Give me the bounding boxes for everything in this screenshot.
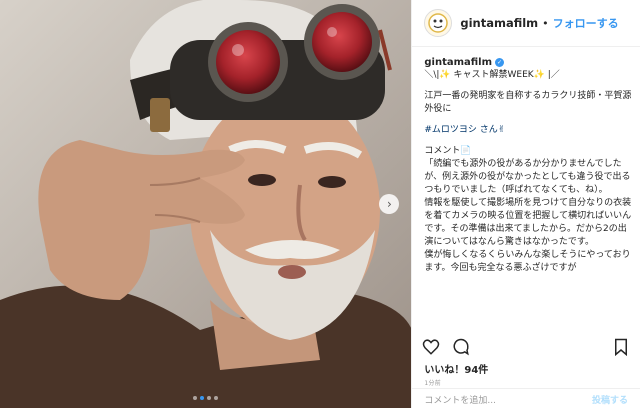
carousel-dot (193, 396, 198, 400)
heart-icon[interactable] (422, 338, 440, 356)
timestamp: 1分前 (424, 380, 442, 387)
carousel-dots (0, 396, 411, 400)
caption-line: ＼\|✨ キャスト解禁WEEK✨ |／ (424, 70, 560, 80)
post-sidebar: gintamafilm • フォローする gintamafilm ✓ ＼\|✨ … (411, 0, 640, 408)
caption-username[interactable]: gintamafilm (424, 56, 492, 69)
carousel-dot (207, 396, 212, 400)
post-header: gintamafilm • フォローする (412, 0, 640, 47)
gintama-logo-icon (428, 13, 449, 33)
follow-button[interactable]: フォローする (553, 15, 619, 31)
caption-hashtag[interactable]: #ムロツヨシ さん✌ (424, 124, 632, 137)
comment-bubble-icon[interactable] (452, 338, 470, 356)
caption-line: 「続編でも源外の役があるか分かりませんでしたが、例え源外の役がなかったとしても違… (424, 159, 631, 195)
caption-line: 情報を駆使して撮影場所を見つけて自分なりの衣装を着てカメラの映る位置を把握して横… (424, 198, 632, 247)
comment-box: コメントを追加... 投稿する (412, 388, 640, 409)
caption-line: コメント📄 (424, 146, 472, 156)
verified-badge-icon: ✓ (495, 58, 505, 67)
photo-illustration (0, 0, 412, 408)
header-username[interactable]: gintamafilm (460, 16, 538, 30)
avatar[interactable] (424, 9, 453, 37)
caption-username-row: gintamafilm ✓ (424, 56, 632, 69)
bookmark-icon[interactable] (612, 338, 630, 356)
comment-input[interactable]: コメントを追加... (424, 393, 496, 406)
action-bar (422, 338, 630, 356)
chevron-right-icon: › (386, 197, 392, 211)
caption-line: 江戸一番の発明家を自称するカラクリ技師・平賀源外役に (424, 91, 632, 114)
instagram-post: › gintamafilm • フォローする gintamafilm ✓ ＼\|… (0, 0, 640, 408)
post-comment-button[interactable]: 投稿する (592, 393, 628, 406)
header-separator: • (542, 16, 549, 30)
post-caption: gintamafilm ✓ ＼\|✨ キャスト解禁WEEK✨ |／ 江戸一番の発… (424, 56, 632, 332)
carousel-dot (214, 396, 219, 400)
post-photo[interactable]: › (0, 0, 412, 408)
likes-count[interactable]: いいね！94件 (424, 361, 488, 376)
caption-line: 僕が悔しくなるくらいみんな楽しそうにやっております。今回も完全なる悪ふざけですが (424, 250, 631, 273)
carousel-dot-active (200, 396, 205, 400)
